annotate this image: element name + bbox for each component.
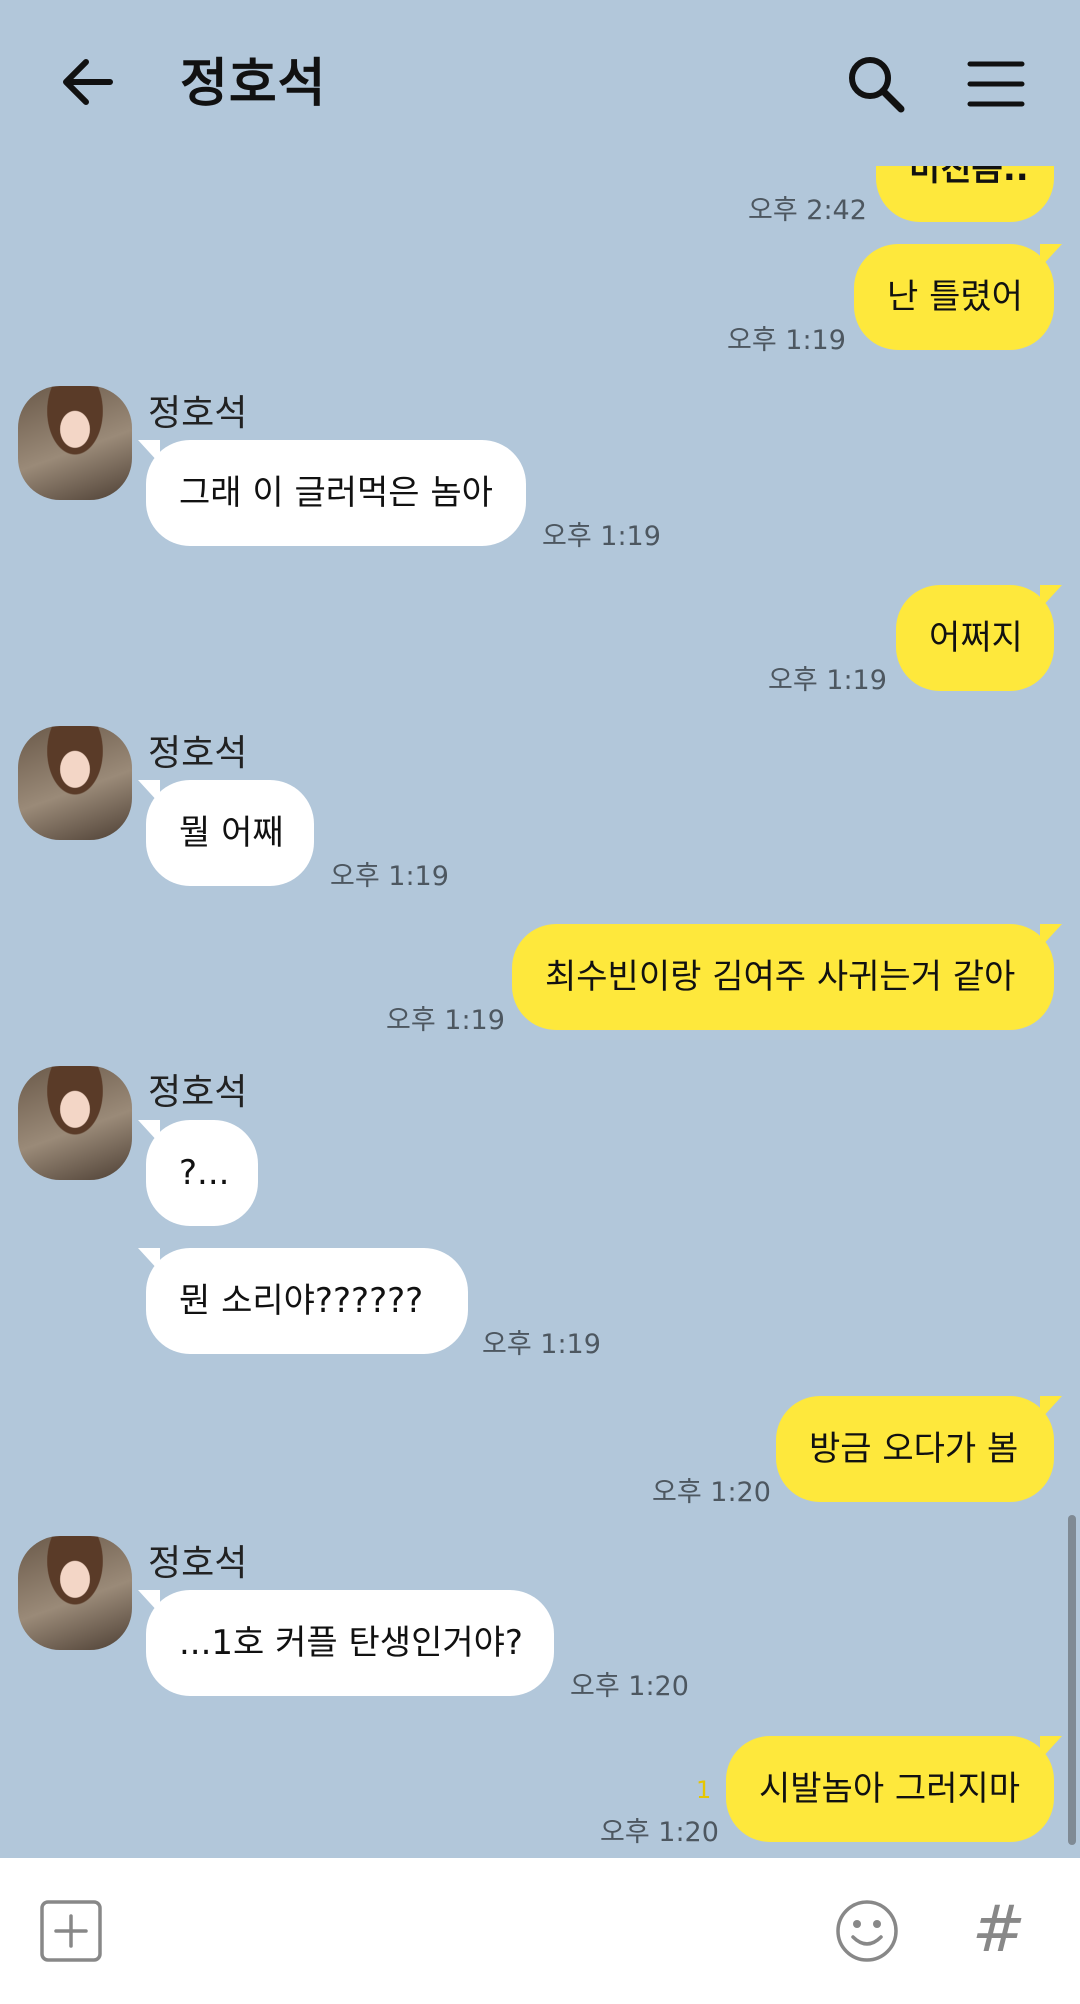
their-message-bubble[interactable]: 뭔 소리야??????: [138, 1248, 468, 1354]
emoji-button[interactable]: [834, 1898, 900, 1964]
message-time: 오후 1:19: [482, 1329, 601, 1360]
profile-avatar[interactable]: [18, 726, 132, 840]
sender-name: 정호석: [148, 1543, 248, 1584]
back-button[interactable]: [58, 52, 118, 112]
their-message-bubble[interactable]: 뭘 어째: [138, 780, 314, 886]
sender-name: 정호석: [148, 1072, 248, 1113]
my-message-bubble[interactable]: 시발놈아 그러지마: [726, 1736, 1062, 1842]
message-time: 오후 1:20: [600, 1817, 719, 1848]
their-message-bubble[interactable]: ?...: [138, 1120, 258, 1226]
sender-name: 정호석: [148, 733, 248, 774]
message-time: 오후 1:20: [570, 1671, 689, 1702]
chat-area[interactable]: 미친놈.. 오후 2:42 난 틀렸어 오후 1:19 정호석 그래 이 글러먹…: [0, 0, 1080, 1858]
smiley-icon: [836, 1900, 898, 1962]
sender-name: 정호석: [148, 393, 248, 434]
hash-icon[interactable]: #: [972, 1890, 1026, 1970]
search-icon: [849, 57, 905, 113]
search-button[interactable]: [846, 54, 906, 114]
profile-avatar[interactable]: [18, 386, 132, 500]
hamburger-menu-icon: [967, 61, 1025, 107]
unread-count: 1: [696, 1776, 712, 1804]
message-time: 오후 1:19: [542, 521, 661, 552]
attach-button[interactable]: [40, 1900, 102, 1962]
scrollbar[interactable]: [1068, 1515, 1076, 1845]
message-time: 오후 1:19: [727, 325, 846, 356]
menu-button[interactable]: [966, 58, 1026, 110]
my-message-bubble[interactable]: 난 틀렸어: [854, 244, 1062, 350]
chat-title: 정호석: [180, 54, 327, 114]
my-message-bubble[interactable]: 어쩌지: [896, 585, 1062, 691]
my-message-bubble[interactable]: 최수빈이랑 김여주 사귀는거 같아: [512, 924, 1062, 1030]
their-message-bubble[interactable]: 그래 이 글러먹은 놈아: [138, 440, 526, 546]
message-time: 오후 1:20: [652, 1477, 771, 1508]
message-time: 오후 2:42: [748, 195, 867, 226]
arrow-left-icon: [63, 59, 113, 105]
chat-header: 정호석: [0, 0, 1080, 166]
plus-square-icon: [40, 1900, 102, 1962]
profile-avatar[interactable]: [18, 1536, 132, 1650]
message-time: 오후 1:19: [330, 861, 449, 892]
message-time: 오후 1:19: [386, 1005, 505, 1036]
their-message-bubble[interactable]: ...1호 커플 탄생인거야?: [138, 1590, 554, 1696]
my-message-bubble[interactable]: 방금 오다가 봄: [776, 1396, 1062, 1502]
profile-avatar[interactable]: [18, 1066, 132, 1180]
message-time: 오후 1:19: [768, 665, 887, 696]
input-bar: #: [0, 1858, 1080, 2004]
